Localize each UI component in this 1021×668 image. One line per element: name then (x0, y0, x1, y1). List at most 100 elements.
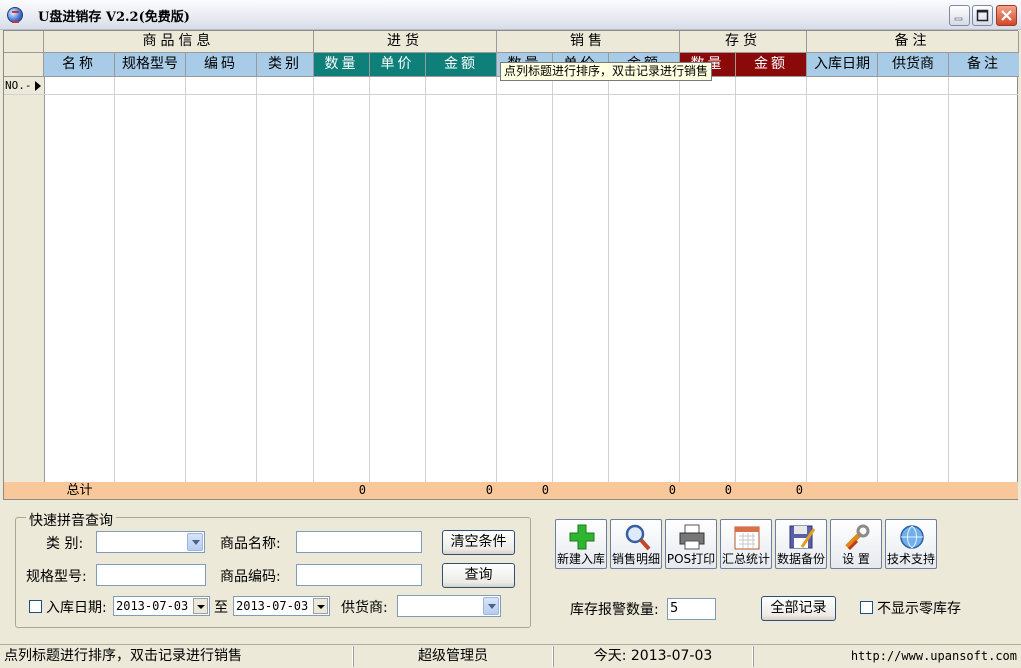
stock-alert-label: 库存报警数量: (570, 602, 659, 618)
hide-zero-stock-checkbox[interactable] (860, 601, 873, 614)
column-divider (114, 77, 115, 482)
status-website[interactable]: http://www.upansoft.com (754, 646, 1017, 667)
settings-label: 设 置 (842, 552, 870, 566)
close-icon (1001, 10, 1012, 21)
column-header-supplier[interactable]: 供货商 (878, 53, 949, 77)
maximize-button[interactable] (972, 5, 993, 26)
sales-detail-label: 销售明细 (611, 552, 660, 566)
spec-input[interactable] (96, 564, 206, 586)
query-button[interactable]: 查询 (442, 563, 515, 588)
category-select[interactable] (96, 531, 205, 553)
product-name-label: 商品名称: (220, 536, 281, 552)
stock-date-checkbox[interactable] (29, 600, 42, 613)
column-header-purchase-amount[interactable]: 金额 (426, 53, 497, 77)
clear-conditions-button[interactable]: 清空条件 (442, 530, 515, 555)
row-header-corner (4, 53, 44, 77)
product-name-input[interactable] (296, 531, 422, 553)
column-header-purchase-qty[interactable]: 数量 (314, 53, 370, 77)
category-label: 类 别: (46, 536, 84, 552)
totals-label: 总计 (66, 483, 93, 498)
tech-support-button[interactable]: 技术支持 (885, 519, 937, 569)
column-divider (425, 77, 426, 482)
new-stock-in-button[interactable]: 新建入库 (555, 519, 607, 569)
column-divider (256, 77, 257, 482)
settings-button[interactable]: 设 置 (830, 519, 882, 569)
status-today: 今天: 2013-07-03 (554, 646, 753, 667)
title-bar: U盘进销存 V2.2(免费版) (0, 0, 1021, 30)
maximize-icon (976, 9, 989, 22)
chevron-down-icon[interactable] (483, 597, 499, 615)
group-header-stock: 存货 (680, 31, 807, 53)
group-header-product-info: 商品信息 (44, 31, 314, 53)
date-to-value: 2013-07-03 (236, 599, 309, 613)
total-stock-qty: 0 (724, 483, 732, 497)
all-records-button[interactable]: 全部记录 (761, 596, 836, 621)
total-purchase-amount: 0 (485, 483, 493, 497)
pos-print-button[interactable]: POS打印 (665, 519, 717, 569)
pos-print-label: POS打印 (666, 552, 716, 566)
column-divider (877, 77, 878, 482)
chevron-down-icon[interactable] (193, 598, 208, 614)
quick-search-title: 快速拼音查询 (26, 510, 116, 530)
sales-detail-button[interactable]: 销售明细 (610, 519, 662, 569)
column-header-stock-amount[interactable]: 金额 (736, 53, 807, 77)
row-header-column (4, 77, 45, 482)
date-to-label: 至 (214, 600, 228, 616)
close-button[interactable] (996, 5, 1017, 26)
supplier-select[interactable] (397, 595, 501, 617)
tech-support-label: 技术支持 (886, 552, 935, 566)
column-header-stock-in-date[interactable]: 入库日期 (807, 53, 878, 77)
column-header-category[interactable]: 类别 (257, 53, 314, 77)
globe-icon (900, 525, 924, 549)
column-divider (552, 77, 553, 482)
hide-zero-stock-label: 不显示零库存 (877, 601, 961, 617)
minimize-button[interactable] (949, 5, 970, 26)
group-header-sales: 销售 (497, 31, 680, 53)
total-sales-qty: 0 (541, 483, 549, 497)
column-divider (369, 77, 370, 482)
column-divider (948, 77, 949, 482)
calendar-icon (734, 526, 760, 550)
row-divider (4, 94, 1018, 95)
status-user: 超级管理员 (354, 646, 553, 667)
printer-icon (679, 524, 705, 550)
summary-stats-button[interactable]: 汇总统计 (720, 519, 772, 569)
data-backup-button[interactable]: 数据备份 (775, 519, 827, 569)
date-from-value: 2013-07-03 (116, 599, 189, 613)
chevron-down-icon[interactable] (187, 533, 203, 551)
summary-stats-label: 汇总统计 (721, 552, 770, 566)
status-bar: 点列标题进行排序，双击记录进行销售 超级管理员 今天: 2013-07-03 h… (0, 644, 1021, 668)
column-header-spec[interactable]: 规格型号 (115, 53, 186, 77)
grid-corner (4, 31, 44, 53)
sort-hint-tooltip: 点列标题进行排序，双击记录进行销售 (500, 62, 713, 81)
total-stock-amount: 0 (795, 483, 803, 497)
column-header-purchase-price[interactable]: 单价 (370, 53, 426, 77)
date-to-picker[interactable]: 2013-07-03 (233, 596, 330, 616)
chevron-down-icon[interactable] (313, 598, 328, 614)
minimize-icon (954, 17, 963, 21)
column-divider (313, 77, 314, 482)
plus-icon (569, 524, 595, 550)
column-header-name[interactable]: 名称 (44, 53, 115, 77)
column-header-code[interactable]: 编码 (186, 53, 257, 77)
inventory-grid[interactable]: 商品信息 进货 销售 存货 备注 名称 规格型号 编码 类别 数量 单价 金额 … (3, 30, 1019, 500)
group-header-purchase: 进货 (314, 31, 497, 53)
column-divider (806, 77, 807, 482)
tools-icon (845, 524, 870, 551)
column-divider (679, 77, 680, 482)
product-code-label: 商品编码: (220, 569, 281, 585)
app-icon (7, 7, 23, 23)
data-backup-label: 数据备份 (776, 552, 825, 566)
current-row-pointer-icon (35, 81, 41, 91)
total-sales-amount: 0 (668, 483, 676, 497)
column-header-remarks[interactable]: 备注 (949, 53, 1019, 77)
magnifier-icon (625, 524, 651, 551)
total-purchase-qty: 0 (358, 483, 366, 497)
group-header-remarks: 备注 (807, 31, 1019, 53)
date-from-picker[interactable]: 2013-07-03 (113, 596, 210, 616)
spec-label: 规格型号: (26, 569, 87, 585)
stock-date-label: 入库日期: (46, 600, 107, 616)
column-divider (496, 77, 497, 482)
product-code-input[interactable] (296, 564, 422, 586)
stock-alert-input[interactable]: 5 (667, 598, 716, 620)
